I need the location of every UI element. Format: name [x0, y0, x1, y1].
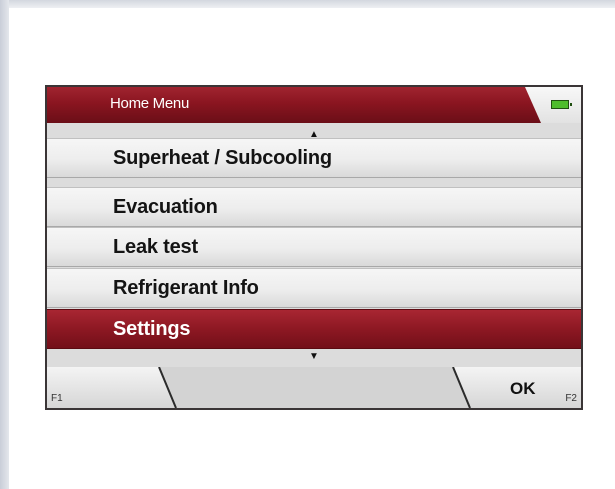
device-screen: Home Menu ▲ Superheat / Subcooling Evacu…: [45, 85, 583, 410]
scroll-down-arrow-icon[interactable]: ▼: [47, 352, 581, 362]
menu-item-label: Leak test: [113, 236, 198, 258]
softkey-bar: F1 OK F2: [47, 367, 581, 408]
menu-item-superheat-subcooling[interactable]: Superheat / Subcooling: [47, 138, 581, 178]
menu-item-refrigerant-info[interactable]: Refrigerant Info: [47, 268, 581, 308]
device-bezel-left: [0, 0, 9, 489]
ok-softkey-label[interactable]: OK: [510, 379, 536, 399]
menu-item-evacuation[interactable]: Evacuation: [47, 187, 581, 227]
menu-item-leak-test[interactable]: Leak test: [47, 227, 581, 267]
page-title: Home Menu: [110, 95, 190, 112]
softkey-middle: [159, 367, 470, 408]
battery-icon: [551, 100, 572, 109]
menu-item-label: Superheat / Subcooling: [113, 147, 332, 169]
menu-item-label: Refrigerant Info: [113, 277, 259, 299]
menu-item-label: Evacuation: [113, 196, 218, 218]
battery-tab: [525, 87, 581, 123]
f2-label: F2: [565, 393, 577, 404]
menu-item-label: Settings: [113, 318, 191, 340]
softkey-left[interactable]: [47, 367, 176, 408]
device-bezel-top: [0, 0, 615, 8]
menu-item-settings[interactable]: Settings: [47, 309, 581, 349]
f1-label: F1: [51, 393, 63, 404]
title-bar: Home Menu: [47, 87, 581, 123]
softkey-bar-background: [47, 367, 581, 408]
